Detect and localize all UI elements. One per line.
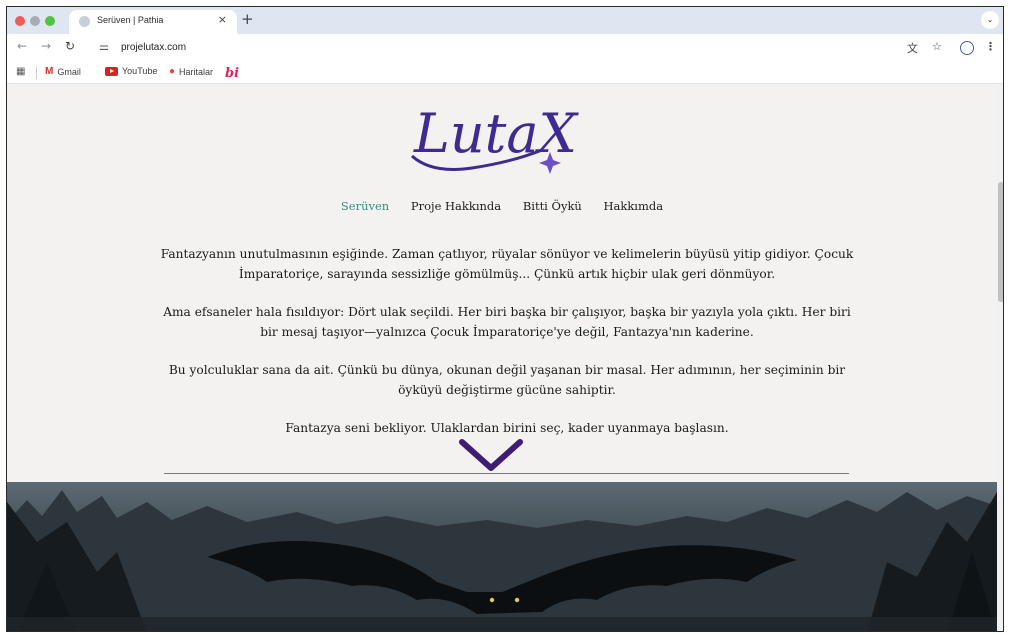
bookmarks-divider	[36, 67, 37, 79]
scrollbar-thumb[interactable]	[998, 182, 1003, 302]
tab-search-icon[interactable]: ⌄	[981, 11, 999, 29]
menu-icon[interactable]: ⋮	[985, 40, 996, 53]
browser-window: Serüven | Pathia × + ⌄ ← → ↻ ⚌ projeluta…	[6, 6, 1004, 632]
tab-close-icon[interactable]: ×	[218, 13, 227, 26]
youtube-icon	[105, 66, 118, 76]
url-text[interactable]: projelutax.com	[121, 42, 186, 53]
nav-item-seruven[interactable]: Serüven	[341, 199, 389, 213]
tab-strip: Serüven | Pathia × + ⌄	[7, 7, 1003, 34]
page-scrollbar[interactable]	[997, 84, 1003, 631]
nav-item-bitti-oyku[interactable]: Bitti Öykü	[523, 199, 582, 213]
close-window-button[interactable]	[15, 16, 25, 26]
maps-icon: ●	[169, 66, 176, 77]
profile-icon[interactable]	[960, 41, 974, 55]
browser-toolbar: ← → ↻ ⚌ projelutax.com 文 ☆ ⋮	[7, 34, 1003, 62]
logo-text: LutaX	[413, 102, 580, 165]
intro-paragraph: Ama efsaneler hala fısıldıyor: Dört ulak…	[163, 305, 851, 339]
bookmark-youtube[interactable]: YouTube	[105, 66, 157, 76]
bookmark-bi[interactable]: bi	[225, 66, 239, 81]
chevron-down-icon[interactable]	[458, 436, 524, 474]
new-tab-button[interactable]: +	[241, 10, 254, 28]
address-bar[interactable]: ⚌ projelutax.com	[91, 38, 901, 58]
page-content: LutaX Serüven Proje Hakkında Bitti Öykü …	[7, 84, 1003, 631]
reload-icon[interactable]: ↻	[65, 39, 75, 53]
main-nav: Serüven Proje Hakkında Bitti Öykü Hakkım…	[7, 199, 997, 213]
translate-icon[interactable]: 文	[907, 40, 918, 56]
intro-paragraph: Fantazyanın unutulmasının eşiğinde. Zama…	[160, 247, 854, 281]
bookmark-label: YouTube	[122, 66, 158, 76]
intro-paragraph: Bu yolculuklar sana da ait. Çünkü bu dün…	[168, 363, 846, 397]
bookmarks-bar: ▦ M Gmail YouTube ● Haritalar bi	[7, 62, 1003, 84]
nav-item-proje-hakkinda[interactable]: Proje Hakkında	[411, 199, 501, 213]
lutax-logo[interactable]: LutaX	[402, 94, 582, 179]
bi-icon: bi	[225, 66, 240, 81]
bookmark-maps[interactable]: ● Haritalar	[169, 66, 213, 77]
section-divider	[164, 473, 849, 474]
bookmark-label: Gmail	[57, 66, 81, 77]
intro-paragraph: Fantazya seni bekliyor. Ulaklardan birin…	[285, 421, 729, 435]
maximize-window-button[interactable]	[45, 16, 55, 26]
favicon-icon	[79, 16, 90, 27]
star-icon[interactable]: ☆	[932, 40, 942, 53]
nav-item-hakkimda[interactable]: Hakkımda	[603, 199, 663, 213]
forward-arrow-icon[interactable]: →	[41, 39, 51, 53]
minimize-window-button[interactable]	[30, 16, 40, 26]
bookmark-gmail[interactable]: M Gmail	[45, 66, 81, 77]
intro-text: Fantazyanın unutulmasının eşiğinde. Zama…	[157, 244, 857, 456]
hero-image	[7, 482, 997, 631]
apps-grid-icon[interactable]: ▦	[16, 66, 25, 77]
site-info-icon[interactable]: ⚌	[99, 40, 109, 53]
gmail-icon: M	[45, 66, 54, 77]
active-tab[interactable]: Serüven | Pathia ×	[69, 10, 237, 34]
bookmark-label: Haritalar	[179, 66, 214, 77]
back-arrow-icon[interactable]: ←	[17, 39, 27, 53]
tab-title: Serüven | Pathia	[97, 15, 164, 25]
